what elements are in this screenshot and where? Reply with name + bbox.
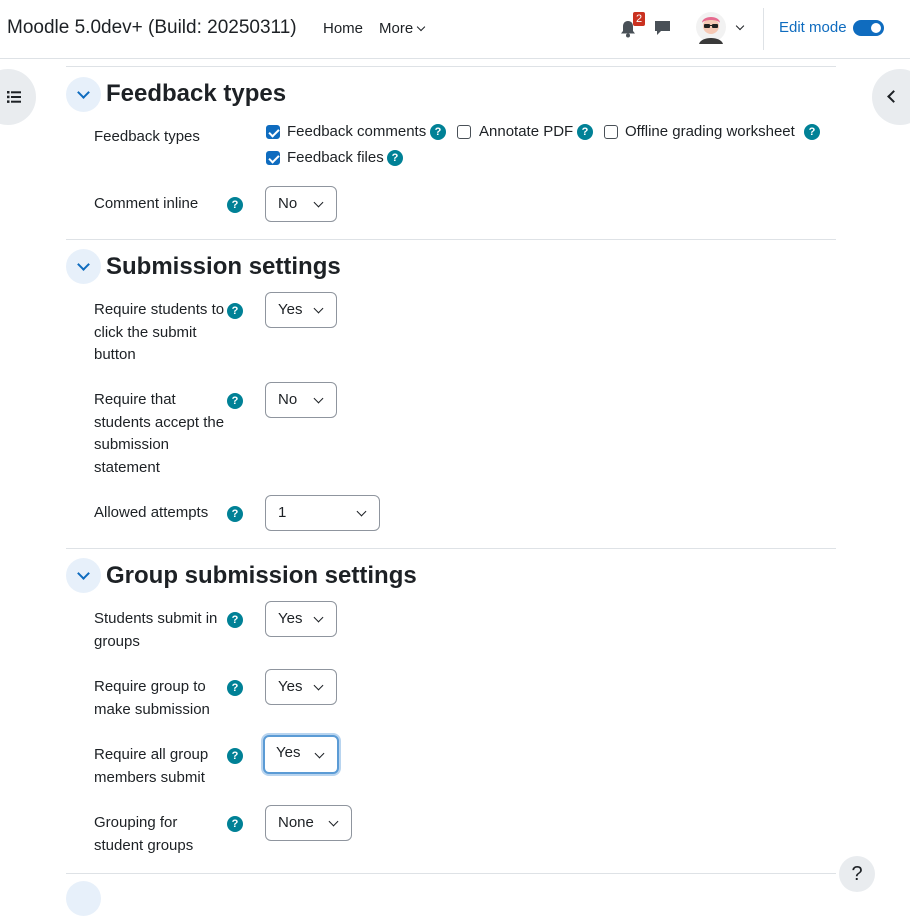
require-submit-select[interactable]: Yes <box>265 292 337 328</box>
grouping-label: Grouping for student groups <box>94 814 194 854</box>
help-icon[interactable]: ? <box>227 393 243 409</box>
messages-icon[interactable] <box>654 20 671 36</box>
grouping-select[interactable]: None <box>265 805 352 841</box>
feedback-section-title[interactable]: Feedback types <box>106 80 286 108</box>
require-submit-value: Yes <box>278 301 303 318</box>
submit-in-groups-select[interactable]: Yes <box>265 601 337 637</box>
allowed-attempts-label: Allowed attempts <box>94 504 209 521</box>
feedback-comments-label[interactable]: Feedback comments <box>287 123 426 140</box>
allowed-attempts-select[interactable]: 1 <box>265 495 380 531</box>
allowed-attempts-value: 1 <box>278 504 287 521</box>
list-icon <box>7 91 21 103</box>
feedback-files-checkbox[interactable] <box>266 151 280 165</box>
section-divider <box>66 239 836 240</box>
edit-mode-toggle[interactable] <box>853 20 884 36</box>
require-statement-select[interactable]: No <box>265 382 337 418</box>
comment-inline-value: No <box>278 195 298 212</box>
nav-more-label: More <box>379 20 414 37</box>
require-submit-label: Require students to click the submit but… <box>94 301 225 363</box>
next-section-collapse-toggle[interactable] <box>66 881 101 916</box>
help-icon[interactable]: ? <box>804 124 820 140</box>
edit-mode-label: Edit mode <box>779 19 847 36</box>
group-section-collapse-toggle[interactable] <box>66 558 101 593</box>
chevron-down-icon <box>313 303 324 314</box>
offline-worksheet-checkbox[interactable] <box>604 125 618 139</box>
site-name[interactable]: Moodle 5.0dev+ (Build: 20250311) <box>7 17 297 39</box>
offline-worksheet-label[interactable]: Offline grading worksheet <box>625 123 795 140</box>
grouping-value: None <box>278 814 314 831</box>
help-icon[interactable]: ? <box>227 748 243 764</box>
require-statement-value: No <box>278 391 298 408</box>
submit-in-groups-label: Students submit in groups <box>94 610 218 650</box>
annotate-pdf-checkbox[interactable] <box>457 125 471 139</box>
help-icon[interactable]: ? <box>227 816 243 832</box>
chevron-down-icon <box>313 680 324 691</box>
require-all-members-label: Require all group members submit <box>94 746 209 786</box>
block-drawer-button[interactable] <box>872 69 910 125</box>
section-divider <box>66 548 836 549</box>
chevron-down-icon <box>328 816 339 827</box>
nav-home-link[interactable]: Home <box>323 20 363 37</box>
comment-inline-label: Comment inline <box>94 195 199 212</box>
chevron-down-icon <box>314 748 325 759</box>
require-group-value: Yes <box>278 678 303 695</box>
help-icon[interactable]: ? <box>227 506 243 522</box>
chevron-left-icon <box>887 90 900 103</box>
feedback-comments-checkbox[interactable] <box>266 125 280 139</box>
nav-more-menu[interactable]: More <box>379 20 426 37</box>
navbar-divider <box>763 8 764 50</box>
require-all-members-value: Yes <box>276 744 301 761</box>
chevron-down-icon <box>356 506 367 517</box>
chevron-down-icon <box>313 197 324 208</box>
comment-inline-select[interactable]: No <box>265 186 337 222</box>
help-icon[interactable]: ? <box>227 197 243 213</box>
notification-count-badge: 2 <box>633 12 646 26</box>
require-all-members-select[interactable]: Yes <box>263 735 339 774</box>
submit-in-groups-value: Yes <box>278 610 303 627</box>
submission-section-title[interactable]: Submission settings <box>106 253 341 281</box>
chevron-down-icon <box>416 22 426 32</box>
chevron-down-icon <box>313 612 324 623</box>
user-avatar-icon[interactable] <box>695 11 727 45</box>
user-menu-chevron-icon[interactable] <box>735 21 745 31</box>
chevron-down-icon <box>313 393 324 404</box>
require-statement-label: Require that students accept the submiss… <box>94 391 225 476</box>
feedback-files-label[interactable]: Feedback files <box>287 149 384 166</box>
feedback-types-label: Feedback types <box>94 128 200 145</box>
feedback-section-collapse-toggle[interactable] <box>66 77 101 112</box>
help-icon[interactable]: ? <box>387 150 403 166</box>
submission-section-collapse-toggle[interactable] <box>66 249 101 284</box>
help-icon[interactable]: ? <box>430 124 446 140</box>
annotate-pdf-label[interactable]: Annotate PDF <box>479 123 573 140</box>
help-icon[interactable]: ? <box>577 124 593 140</box>
help-icon[interactable]: ? <box>227 303 243 319</box>
course-index-drawer-button[interactable] <box>0 69 36 125</box>
section-divider <box>66 873 836 874</box>
top-navbar: Moodle 5.0dev+ (Build: 20250311) Home Mo… <box>0 0 910 59</box>
help-icon[interactable]: ? <box>227 680 243 696</box>
require-group-select[interactable]: Yes <box>265 669 337 705</box>
require-group-label: Require group to make submission <box>94 678 210 718</box>
help-icon[interactable]: ? <box>227 612 243 628</box>
group-section-title[interactable]: Group submission settings <box>106 562 417 590</box>
section-divider <box>66 66 836 67</box>
